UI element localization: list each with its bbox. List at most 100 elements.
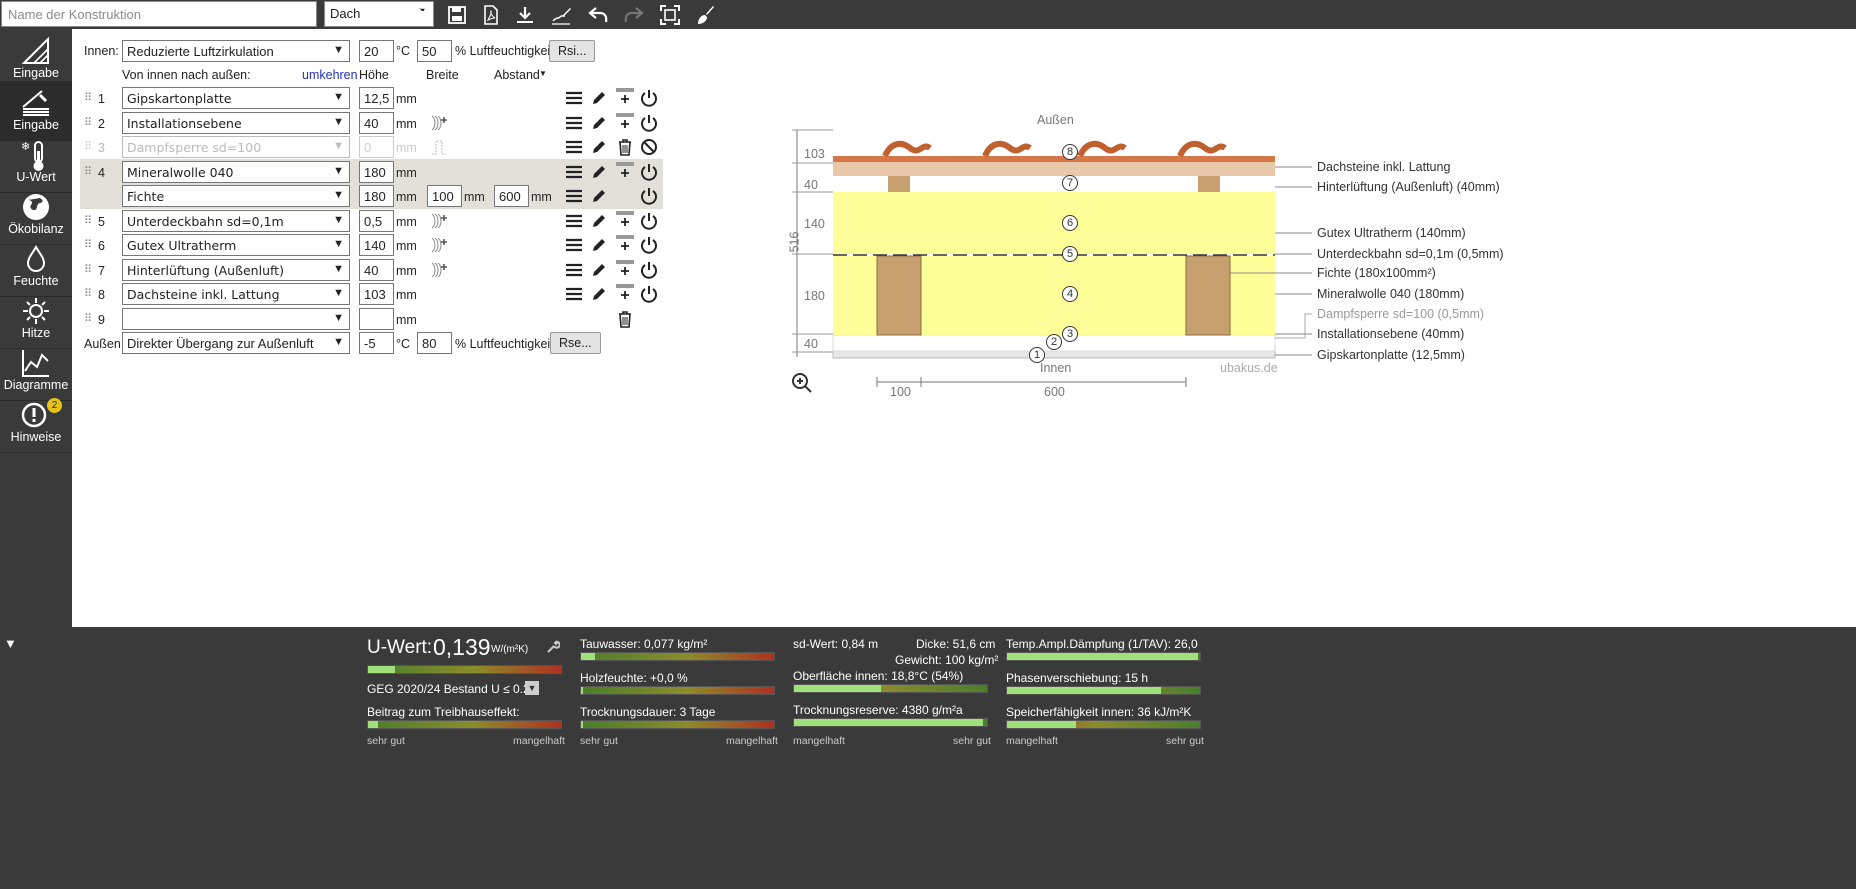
layer-material-select[interactable]: Unterdeckbahn sd=0,1m ▼: [122, 210, 350, 232]
layer-thickness-input[interactable]: 40: [359, 259, 394, 281]
sidebar-item-eingabe[interactable]: Eingabe: [0, 29, 72, 89]
add-inhomogeneous-icon[interactable]: [430, 236, 448, 254]
edit-icon[interactable]: [590, 261, 608, 279]
collapse-toggle-icon[interactable]: ▼: [4, 636, 17, 651]
layer-material-select[interactable]: Fichte ▼: [122, 185, 350, 207]
layer-thickness-input[interactable]: 140: [359, 234, 394, 256]
outer-humidity-input[interactable]: 80: [417, 332, 452, 354]
redo-icon[interactable]: [622, 4, 644, 26]
edit-icon[interactable]: [590, 163, 608, 181]
add-layer-icon[interactable]: [615, 87, 635, 105]
sidebar-item-u-wert[interactable]: ❄ U-Wert: [0, 133, 72, 193]
edit-icon[interactable]: [590, 187, 608, 205]
disabled-icon[interactable]: [640, 138, 658, 156]
clear-icon[interactable]: [694, 4, 716, 26]
outer-temperature-input[interactable]: -5: [359, 332, 394, 354]
layer-material-select[interactable]: Gipskartonplatte ▼: [122, 87, 350, 109]
drag-handle-icon[interactable]: ⠿: [84, 263, 92, 276]
menu-icon[interactable]: [565, 138, 583, 156]
sidebar-item-oekobilanz[interactable]: Ökobilanz: [0, 185, 72, 245]
layer-material-select[interactable]: Mineralwolle 040 ▼: [122, 161, 350, 183]
add-layer-icon[interactable]: [615, 161, 635, 179]
layer-thickness-input[interactable]: 103: [359, 283, 394, 305]
edit-icon[interactable]: [590, 285, 608, 303]
inner-temperature-input[interactable]: 20: [359, 40, 394, 62]
layer-material-select[interactable]: Gutex Ultratherm ▼: [122, 234, 350, 256]
menu-icon[interactable]: [565, 236, 583, 254]
layer-material-select[interactable]: Dachsteine inkl. Lattung ▼: [122, 283, 350, 305]
sidebar-item-diagramme[interactable]: Diagramme: [0, 341, 72, 401]
rsi-button[interactable]: Rsi...: [549, 40, 596, 62]
layer-material-select[interactable]: ▼: [122, 308, 350, 330]
edit-icon[interactable]: [590, 89, 608, 107]
sidebar-item-eingabe-layers[interactable]: Eingabe: [0, 81, 72, 141]
power-toggle-icon[interactable]: [640, 187, 658, 205]
add-inhomogeneous-icon[interactable]: [430, 212, 448, 230]
drag-handle-icon[interactable]: ⠿: [84, 91, 92, 104]
drag-handle-icon[interactable]: ⠿: [84, 116, 92, 129]
geg-dropdown-icon[interactable]: ▼: [525, 681, 539, 695]
layer-material-select[interactable]: Hinterlüftung (Außenluft) ▼: [122, 259, 350, 281]
rse-button[interactable]: Rse...: [550, 332, 601, 354]
add-layer-icon[interactable]: [615, 234, 635, 252]
menu-icon[interactable]: [565, 89, 583, 107]
add-layer-icon[interactable]: [615, 283, 635, 301]
menu-icon[interactable]: [565, 114, 583, 132]
drag-handle-icon[interactable]: ⠿: [84, 140, 92, 153]
menu-icon[interactable]: [565, 212, 583, 230]
drag-handle-icon[interactable]: ⠿: [84, 287, 92, 300]
delete-icon[interactable]: [616, 138, 634, 156]
power-toggle-icon[interactable]: [640, 212, 658, 230]
add-inhomogeneous-icon[interactable]: [430, 261, 448, 279]
add-inhomogeneous-icon[interactable]: [430, 114, 448, 132]
drag-handle-icon[interactable]: ⠿: [84, 165, 92, 178]
spacing-dropdown-icon[interactable]: ▼: [539, 69, 547, 78]
layer-thickness-input[interactable]: [359, 308, 394, 330]
save-icon[interactable]: [446, 4, 468, 26]
sidebar-item-hitze[interactable]: Hitze: [0, 289, 72, 349]
power-toggle-icon[interactable]: [640, 285, 658, 303]
layer-thickness-input[interactable]: 40: [359, 112, 394, 134]
layer-thickness-input[interactable]: 0,5: [359, 210, 394, 232]
layer-material-select[interactable]: Installationsebene ▼: [122, 112, 350, 134]
layer-width-input[interactable]: 100: [427, 185, 462, 207]
power-toggle-icon[interactable]: [640, 114, 658, 132]
pdf-icon[interactable]: [480, 4, 502, 26]
menu-icon[interactable]: [565, 163, 583, 181]
zoom-icon[interactable]: [791, 372, 813, 394]
undo-icon[interactable]: [588, 4, 610, 26]
layer-thickness-input[interactable]: 12,5: [359, 87, 394, 109]
download-icon[interactable]: [514, 4, 536, 26]
power-toggle-icon[interactable]: [640, 163, 658, 181]
power-toggle-icon[interactable]: [640, 89, 658, 107]
layer-thickness-input[interactable]: 180: [359, 185, 394, 207]
power-toggle-icon[interactable]: [640, 261, 658, 279]
menu-icon[interactable]: [565, 261, 583, 279]
open-folder-icon[interactable]: [412, 4, 434, 26]
sign-icon[interactable]: [550, 4, 572, 26]
outer-condition-select[interactable]: Direkter Übergang zur Außenluft ▼: [122, 332, 350, 354]
power-toggle-icon[interactable]: [640, 236, 658, 254]
menu-icon[interactable]: [565, 285, 583, 303]
add-layer-icon[interactable]: [615, 210, 635, 228]
layer-thickness-input[interactable]: 180: [359, 161, 394, 183]
menu-icon[interactable]: [565, 187, 583, 205]
wrench-icon[interactable]: [546, 640, 560, 654]
delete-icon[interactable]: [616, 310, 634, 328]
layer-thickness-input[interactable]: 0: [359, 136, 394, 158]
add-layer-icon[interactable]: [615, 259, 635, 277]
edit-icon[interactable]: [590, 138, 608, 156]
edit-icon[interactable]: [590, 114, 608, 132]
fullscreen-icon[interactable]: [659, 4, 681, 26]
sidebar-item-hinweise[interactable]: 2 Hinweise: [0, 393, 72, 453]
new-file-icon[interactable]: [378, 4, 400, 26]
inner-humidity-input[interactable]: 50: [417, 40, 452, 62]
spacing-header[interactable]: Abstand: [494, 68, 540, 82]
drag-handle-icon[interactable]: ⠿: [84, 238, 92, 251]
sidebar-item-feuchte[interactable]: Feuchte: [0, 237, 72, 297]
inner-condition-select[interactable]: Reduzierte Luftzirkulation ▼: [122, 40, 350, 62]
layer-material-select[interactable]: Dampfsperre sd=100 ▼: [122, 136, 350, 158]
edit-icon[interactable]: [590, 212, 608, 230]
layer-spacing-input[interactable]: 600: [494, 185, 529, 207]
add-layer-icon[interactable]: [615, 112, 635, 130]
